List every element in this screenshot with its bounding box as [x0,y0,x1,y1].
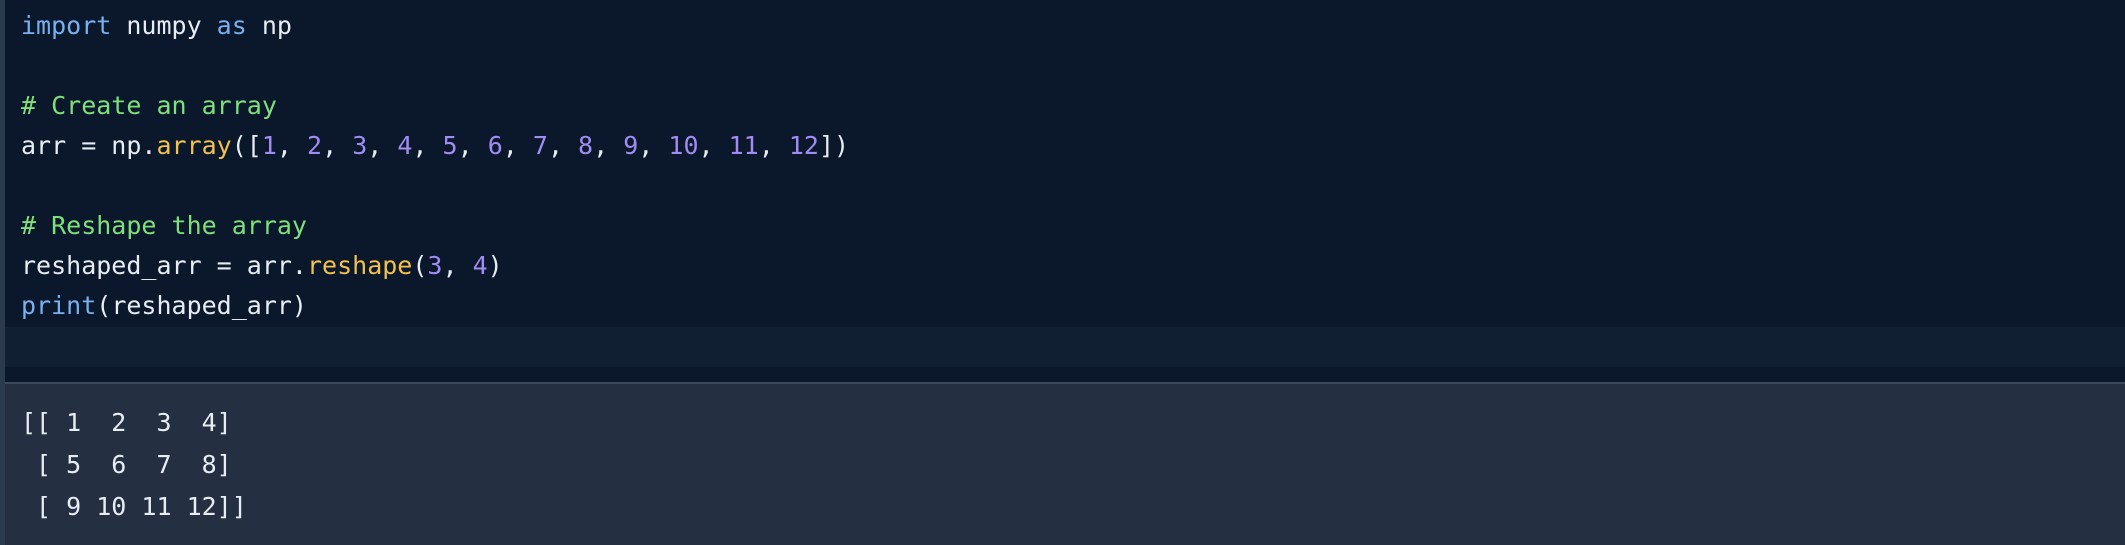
code-token: (reshaped_arr) [96,291,307,320]
code-token: reshaped_arr = arr. [21,251,307,280]
code-lines[interactable]: import numpy as np # Create an array arr … [21,6,2101,326]
code-token: ( [412,251,428,280]
code-token: 4 [397,131,413,160]
code-token: np [246,11,292,40]
output-area: [[ 1 2 3 4] [ 5 6 7 8] [ 9 10 11 12]] [5,384,2125,545]
code-token: , [412,131,443,160]
code-token: as [216,11,247,40]
code-token: 3 [352,131,368,160]
code-token: , [457,131,488,160]
code-token: 2 [307,131,323,160]
code-token: reshape [306,251,413,280]
output-line: [ 5 6 7 8] [21,450,232,479]
code-line[interactable]: import numpy as np [21,6,2101,46]
code-token: 9 [623,131,639,160]
code-token: , [758,131,789,160]
code-token: , [276,131,308,160]
code-token: 11 [728,131,759,160]
code-token: # Create an array [21,91,277,120]
code-token: array [156,131,232,160]
code-token: 10 [668,131,699,160]
code-token: 4 [472,251,488,280]
code-editor[interactable]: import numpy as np # Create an array arr … [5,0,2125,382]
output-line: [ 9 10 11 12]] [21,492,247,521]
code-token: ([ [231,131,262,160]
code-token: , [547,131,579,160]
code-line[interactable]: # Create an array [21,86,2101,126]
code-token: , [442,251,473,280]
code-line[interactable] [21,166,2101,206]
code-line[interactable]: print(reshaped_arr) [21,286,2101,326]
code-token: 8 [578,131,594,160]
notebook-cell: import numpy as np # Create an array arr … [0,0,2125,545]
output-line: [[ 1 2 3 4] [21,408,232,437]
code-token: 7 [532,131,548,160]
code-token: ]) [818,131,850,160]
code-line[interactable]: # Reshape the array [21,206,2101,246]
code-token: , [367,131,398,160]
code-token: ) [487,251,503,280]
code-token: # Reshape the array [21,211,307,240]
code-token: , [638,131,669,160]
code-token: , [698,131,729,160]
current-line-highlight [5,327,2125,367]
code-token: , [502,131,533,160]
code-token: 12 [788,131,819,160]
code-token: , [322,131,353,160]
code-token: 6 [487,131,503,160]
code-line[interactable]: arr = np.array([1, 2, 3, 4, 5, 6, 7, 8, … [21,126,2101,166]
code-token: , [593,131,624,160]
code-token: numpy [111,11,217,40]
output-lines: [[ 1 2 3 4] [ 5 6 7 8] [ 9 10 11 12]] [21,402,247,528]
code-token: print [21,291,97,320]
code-token: 5 [442,131,458,160]
code-token: import [21,11,112,40]
code-token: 3 [427,251,443,280]
code-token: arr = np. [21,131,157,160]
code-token: 1 [261,131,277,160]
code-line[interactable] [21,46,2101,86]
code-line[interactable]: reshaped_arr = arr.reshape(3, 4) [21,246,2101,286]
